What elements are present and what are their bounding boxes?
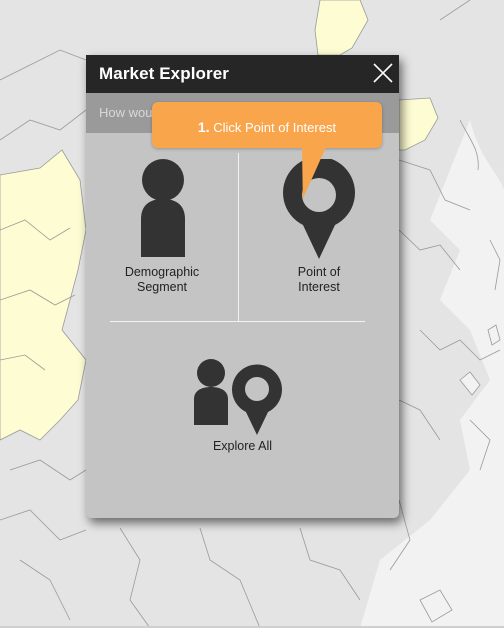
tutorial-callout: 1. Click Point of Interest	[152, 102, 382, 199]
dialog-title: Market Explorer	[99, 64, 229, 83]
close-button[interactable]	[371, 61, 395, 85]
callout-step-number: 1.	[197, 119, 210, 135]
person-icon	[141, 159, 185, 257]
demographic-segment-label: Demographic Segment	[124, 265, 200, 294]
options-top-row: Demographic Segment Point of Interest	[86, 153, 399, 321]
demographic-segment-option[interactable]: Demographic Segment	[86, 153, 238, 321]
point-of-interest-label: Point of Interest	[297, 265, 341, 294]
callout-text: 1. Click Point of Interest	[152, 119, 382, 135]
callout-instruction: Click Point of Interest	[213, 120, 337, 135]
dialog-header: Market Explorer	[86, 55, 399, 93]
person-and-pin-icon	[194, 359, 282, 435]
options-horizontal-divider	[110, 321, 365, 322]
explore-all-label: Explore All	[212, 439, 273, 453]
close-icon	[373, 63, 393, 83]
explore-all-option[interactable]: Explore All	[146, 351, 339, 461]
